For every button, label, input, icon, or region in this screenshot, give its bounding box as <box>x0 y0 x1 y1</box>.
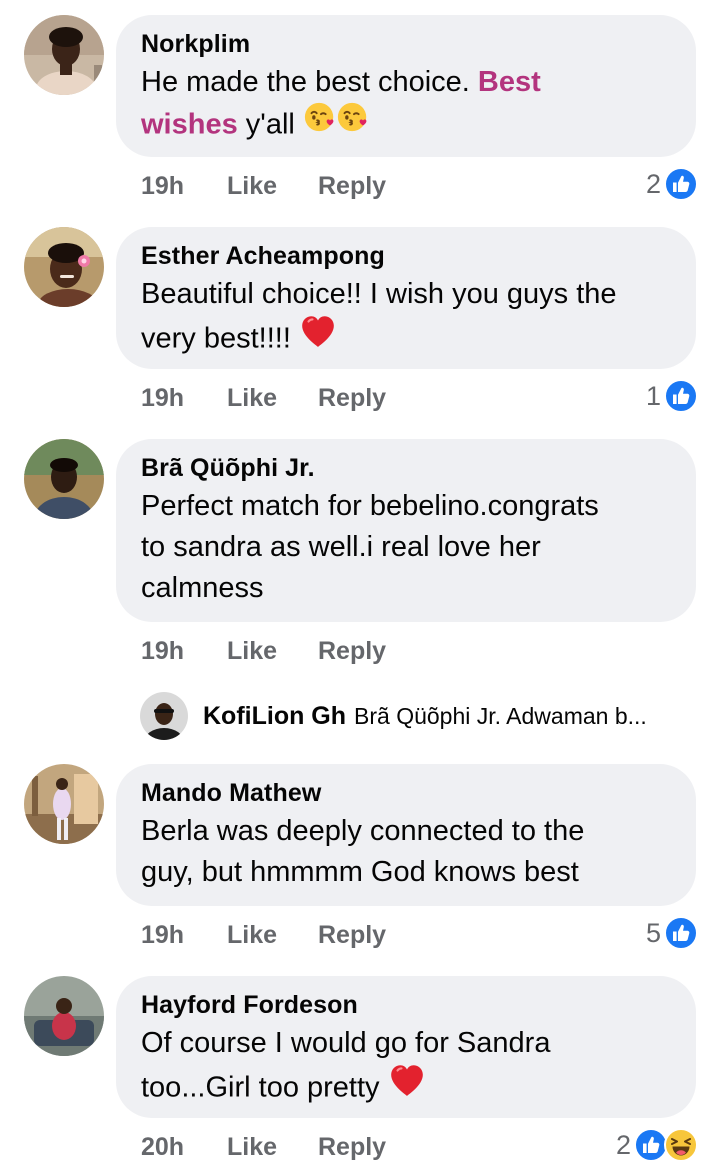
comment-author[interactable]: Esther Acheampong <box>141 241 670 271</box>
comment-author[interactable]: Hayford Fordeson <box>141 990 670 1020</box>
timestamp[interactable]: 19h <box>141 921 227 950</box>
reaction-count: 2 <box>645 168 661 199</box>
like-button[interactable]: Like <box>227 921 318 950</box>
red-heart-emoji <box>388 1061 426 1111</box>
comment-text: Of course I would go for Sandra too...Gi… <box>141 1023 670 1114</box>
comment-bubble: Mando Mathew Berla was deeply connected … <box>116 764 696 906</box>
like-icon <box>664 379 698 413</box>
reply-author[interactable]: KofiLion Gh <box>203 702 346 731</box>
comment-author[interactable]: Mando Mathew <box>141 778 670 808</box>
reply-button[interactable]: Reply <box>318 921 386 950</box>
like-button[interactable]: Like <box>227 637 318 666</box>
timestamp[interactable]: 19h <box>141 384 227 413</box>
haha-icon <box>664 1128 698 1162</box>
comment-text-line: Perfect match for bebelino.congrats <box>141 490 599 522</box>
comment-text-line: to sandra as well.i real love her <box>141 531 541 563</box>
like-button[interactable]: Like <box>227 172 318 201</box>
reaction-summary[interactable]: 1 <box>646 378 698 414</box>
reaction-summary[interactable]: 2 <box>616 1127 698 1163</box>
avatar[interactable] <box>24 976 104 1056</box>
timestamp[interactable]: 20h <box>141 1133 227 1162</box>
avatar[interactable] <box>140 692 188 740</box>
comment-text-line: Beautiful choice!! I wish you guys the <box>141 278 617 310</box>
comment-text: Perfect match for bebelino.congrats to s… <box>141 486 670 609</box>
comment-author[interactable]: Brã Qüõphi Jr. <box>141 453 670 483</box>
highlight-link[interactable]: wishes <box>141 109 238 141</box>
comment-bubble: Brã Qüõphi Jr. Perfect match for bebelin… <box>116 439 696 622</box>
comment-text-line: Of course I would go for Sandra <box>141 1027 551 1059</box>
kissing-face-with-heart-emoji <box>336 100 370 146</box>
comment-text: Beautiful choice!! I wish you guys the v… <box>141 274 670 365</box>
comment-actions: 19h Like Reply <box>141 168 386 204</box>
comment-bubble: Esther Acheampong Beautiful choice!! I w… <box>116 227 696 369</box>
comment-actions: 19h Like Reply <box>141 380 386 416</box>
comment-text-line: very best!!!! <box>141 322 299 355</box>
comment-text-line: calmness <box>141 572 264 604</box>
comment-text: Berla was deeply connected to the guy, b… <box>141 811 670 893</box>
reaction-count: 5 <box>645 917 661 948</box>
comment-text: He made the best choice. Best wishes y'a… <box>141 62 670 149</box>
comment-text-line: Berla was deeply connected to the <box>141 815 585 847</box>
red-heart-emoji <box>299 312 337 362</box>
comment-bubble: Hayford Fordeson Of course I would go fo… <box>116 976 696 1118</box>
comment-text-line: too...Girl too pretty <box>141 1071 388 1104</box>
reply-preview[interactable]: KofiLion Gh Brã Qüõphi Jr. Adwaman b... <box>140 692 647 740</box>
highlight-link[interactable]: Best <box>478 66 541 98</box>
reply-snippet: Brã Qüõphi Jr. Adwaman b... <box>354 702 647 729</box>
like-icon <box>664 916 698 950</box>
reply-button[interactable]: Reply <box>318 172 386 201</box>
like-button[interactable]: Like <box>227 384 318 413</box>
like-button[interactable]: Like <box>227 1133 318 1162</box>
comment-actions: 20h Like Reply <box>141 1129 386 1165</box>
avatar[interactable] <box>24 15 104 95</box>
reaction-summary[interactable]: 2 <box>646 166 698 202</box>
avatar[interactable] <box>24 764 104 844</box>
kissing-face-with-heart-emoji <box>303 100 337 146</box>
avatar[interactable] <box>24 439 104 519</box>
reaction-count: 2 <box>615 1129 631 1160</box>
comment-text-part: He made the best choice. <box>141 66 478 98</box>
comment-actions: 19h Like Reply <box>141 633 386 669</box>
avatar[interactable] <box>24 227 104 307</box>
comment-text-line: guy, but hmmmm God knows best <box>141 856 579 888</box>
reply-button[interactable]: Reply <box>318 1133 386 1162</box>
comment-actions: 19h Like Reply <box>141 917 386 953</box>
reply-button[interactable]: Reply <box>318 384 386 413</box>
comment-text-part: y'all <box>237 108 295 141</box>
timestamp[interactable]: 19h <box>141 172 227 201</box>
comment-author[interactable]: Norkplim <box>141 29 670 59</box>
like-icon <box>664 167 698 201</box>
reply-button[interactable]: Reply <box>318 637 386 666</box>
timestamp[interactable]: 19h <box>141 637 227 666</box>
reaction-summary[interactable]: 5 <box>646 915 698 951</box>
reaction-count: 1 <box>645 380 661 411</box>
like-icon <box>634 1128 668 1162</box>
comment-bubble: Norkplim He made the best choice. Best w… <box>116 15 696 157</box>
